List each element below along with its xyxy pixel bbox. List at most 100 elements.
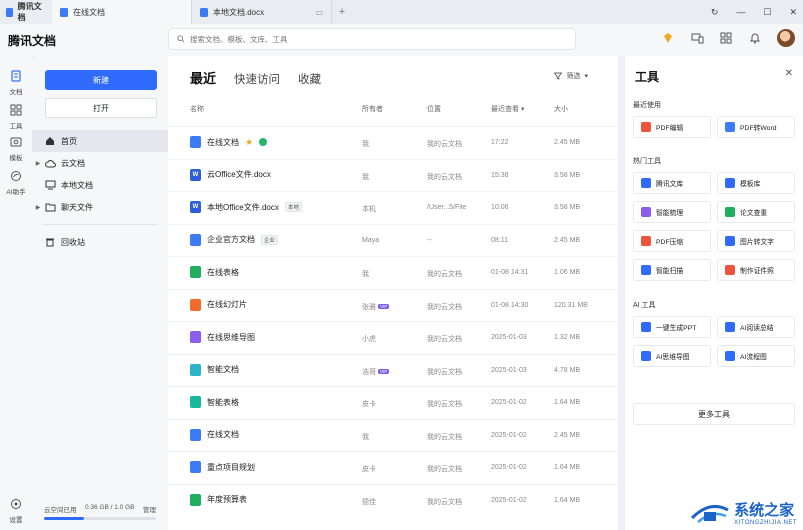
file-name-cell[interactable]: 智能文档 [190, 363, 239, 376]
file-name-cell[interactable]: 在线表格 [190, 266, 239, 278]
screen-icon[interactable]: ▭ [315, 8, 323, 17]
last-viewed-cell: 15:38 [491, 171, 509, 179]
file-name: 重点项目规划 [207, 462, 255, 472]
table-row[interactable]: 在线思维导图 小虎 我的云文档 2025-01-03 1.32 MB [168, 321, 618, 354]
bell-icon[interactable] [748, 31, 762, 45]
search-input[interactable] [190, 34, 550, 44]
tool-button[interactable]: PDF转Word [717, 116, 795, 138]
vip-gem-icon[interactable] [661, 31, 675, 45]
user-avatar[interactable] [777, 29, 795, 47]
refresh-icon[interactable]: ↻ [711, 7, 719, 18]
open-button[interactable]: 打开 [45, 98, 157, 118]
rail-item-settings[interactable]: 设置 [0, 498, 32, 524]
tool-button[interactable]: 图片转文字 [717, 230, 795, 252]
rail-item-ai[interactable]: AI助手 [0, 170, 32, 196]
owner-name: 浩哥 [362, 368, 376, 376]
expand-caret-icon[interactable]: ▶ [32, 204, 44, 211]
close-icon[interactable]: ✕ [785, 68, 793, 79]
tab-favorites[interactable]: 收藏 [298, 71, 321, 87]
tool-button[interactable]: 一键生成PPT [633, 316, 711, 338]
table-row[interactable]: 年度预算表 德佳 我的云文档 2025-01-02 1.64 MB [168, 483, 618, 517]
tab-local-doc[interactable]: 本地文档.docx ▭ [192, 0, 332, 24]
sidebar-item-trash[interactable]: 回收站 [32, 231, 168, 253]
tool-button[interactable]: 智能扫描 [633, 259, 711, 281]
table-row[interactable]: 在线幻灯片 张雅 VIP 我的云文档 01-08 14:30 120.31 MB [168, 288, 618, 322]
tab-label: 在线文档 [73, 7, 105, 17]
search-box[interactable] [168, 28, 576, 50]
file-name-cell[interactable]: W 本地Office文件.docx 本地 [190, 201, 302, 213]
file-name-cell[interactable]: 在线思维导图 [190, 331, 255, 343]
storage-info[interactable]: 云空间已用 0.36 GB / 1.0 GB 管理 [44, 504, 156, 514]
rail-item-tools[interactable]: 工具 [0, 104, 32, 130]
tool-button[interactable]: 模板库 [717, 172, 795, 194]
table-row[interactable]: 智能表格 皮卡 我的云文档 2025-01-02 1.64 MB [168, 386, 618, 419]
tool-button[interactable]: 智能梳理 [633, 201, 711, 223]
app-tab[interactable]: 腾讯文档 [0, 0, 52, 24]
storage-manage-link[interactable]: 管理 [143, 504, 156, 514]
table-row[interactable]: 企业官方文档 企业 Maya -- 08:11 2.45 MB [168, 223, 618, 257]
table-header: 名称 所有者 位置 最近查看 ▾ 大小 [168, 104, 618, 118]
tab-online-doc[interactable]: 在线文档 [52, 0, 192, 24]
rail-item-templates[interactable]: 模板 [0, 136, 32, 162]
tool-button[interactable]: 制作证件照 [717, 259, 795, 281]
star-icon[interactable]: ★ [245, 137, 253, 148]
column-header-location[interactable]: 位置 [427, 104, 441, 114]
sidebar-item-chat-files[interactable]: ▶ 聊天文件 [32, 196, 168, 218]
table-row[interactable]: 在线表格 我 我的云文档 01-08 14:31 1.06 MB [168, 256, 618, 289]
settings-icon [11, 499, 21, 509]
column-header-owner[interactable]: 所有者 [362, 104, 383, 114]
new-tab-icon[interactable]: + [332, 6, 352, 18]
tab-quick-access[interactable]: 快速访问 [234, 71, 280, 87]
tool-label: PDF转Word [740, 125, 777, 132]
tool-button[interactable]: 腾讯文库 [633, 172, 711, 194]
maximize-icon[interactable]: ☐ [763, 7, 771, 18]
file-name-cell[interactable]: 年度预算表 [190, 493, 247, 506]
table-row[interactable]: 在线文档 我 我的云文档 2025-01-02 2.45 MB [168, 418, 618, 452]
sidebar-item-local[interactable]: 本地文档 [32, 174, 168, 196]
expand-caret-icon[interactable]: ▶ [32, 160, 44, 167]
file-name-cell[interactable]: 在线文档 [190, 428, 239, 441]
more-tools-button[interactable]: 更多工具 [633, 403, 795, 425]
table-row[interactable]: 智能文档 浩哥 VIP 我的云文档 2025-01-03 4.78 MB [168, 353, 618, 387]
file-list: 在线文档 ★ 我 我的云文档 17:22 2.45 MB W 云Office文件… [168, 126, 618, 516]
file-name-cell[interactable]: 在线幻灯片 [190, 298, 247, 311]
sidebar-item-cloud[interactable]: ▶ 云文档 [32, 152, 168, 174]
sidebar-item-home[interactable]: 首页 [32, 130, 168, 152]
apps-grid-icon[interactable] [719, 31, 733, 45]
size-cell: 1.64 MB [554, 399, 581, 406]
tool-button[interactable]: AI流程图 [717, 345, 795, 367]
file-name-cell[interactable]: 在线文档 ★ [190, 136, 268, 148]
tool-button[interactable]: AI思维导图 [633, 345, 711, 367]
location-cell: 我的云文档 [427, 303, 462, 311]
file-name-cell[interactable]: 智能表格 [190, 396, 239, 408]
table-row[interactable]: W 云Office文件.docx 我 我的云文档 15:38 3.58 MB [168, 158, 618, 192]
minimize-icon[interactable]: — [736, 7, 745, 17]
close-window-icon[interactable]: ✕ [789, 7, 797, 18]
tool-button[interactable]: AI阅读总结 [717, 316, 795, 338]
tool-label: 论文查重 [740, 210, 768, 217]
rail-item-docs[interactable]: 文档 [0, 70, 32, 96]
devices-icon[interactable] [690, 31, 704, 45]
sidebar-item-label: 首页 [61, 136, 77, 146]
new-button[interactable]: 新建 [45, 70, 157, 90]
table-row[interactable]: 在线文档 ★ 我 我的云文档 17:22 2.45 MB [168, 126, 618, 159]
size-cell: 1.06 MB [554, 269, 581, 276]
tool-label: 一键生成PPT [656, 325, 697, 332]
tab-recent[interactable]: 最近 [190, 68, 216, 87]
tool-icon [641, 351, 651, 361]
filter-button[interactable]: 筛选 ▾ [554, 71, 588, 81]
file-name-cell[interactable]: 重点项目规划 [190, 461, 255, 473]
column-header-last-viewed[interactable]: 最近查看 ▾ [491, 104, 524, 114]
location-cell: 我的云文档 [427, 173, 462, 181]
tool-button[interactable]: PDF编辑 [633, 116, 711, 138]
owner-cell: 小虎 [362, 334, 376, 344]
table-row[interactable]: W 本地Office文件.docx 本地 本机 /User...5/File 1… [168, 191, 618, 224]
file-name-cell[interactable]: 企业官方文档 企业 [190, 233, 279, 246]
column-header-name[interactable]: 名称 [190, 104, 204, 114]
tool-button[interactable]: PDF压缩 [633, 230, 711, 252]
column-header-size[interactable]: 大小 [554, 104, 568, 114]
tool-button[interactable]: 论文查重 [717, 201, 795, 223]
file-name-cell[interactable]: W 云Office文件.docx [190, 168, 271, 181]
location-cell: 我的云文档 [427, 401, 462, 408]
table-row[interactable]: 重点项目规划 皮卡 我的云文档 2025-01-02 1.64 MB [168, 451, 618, 484]
